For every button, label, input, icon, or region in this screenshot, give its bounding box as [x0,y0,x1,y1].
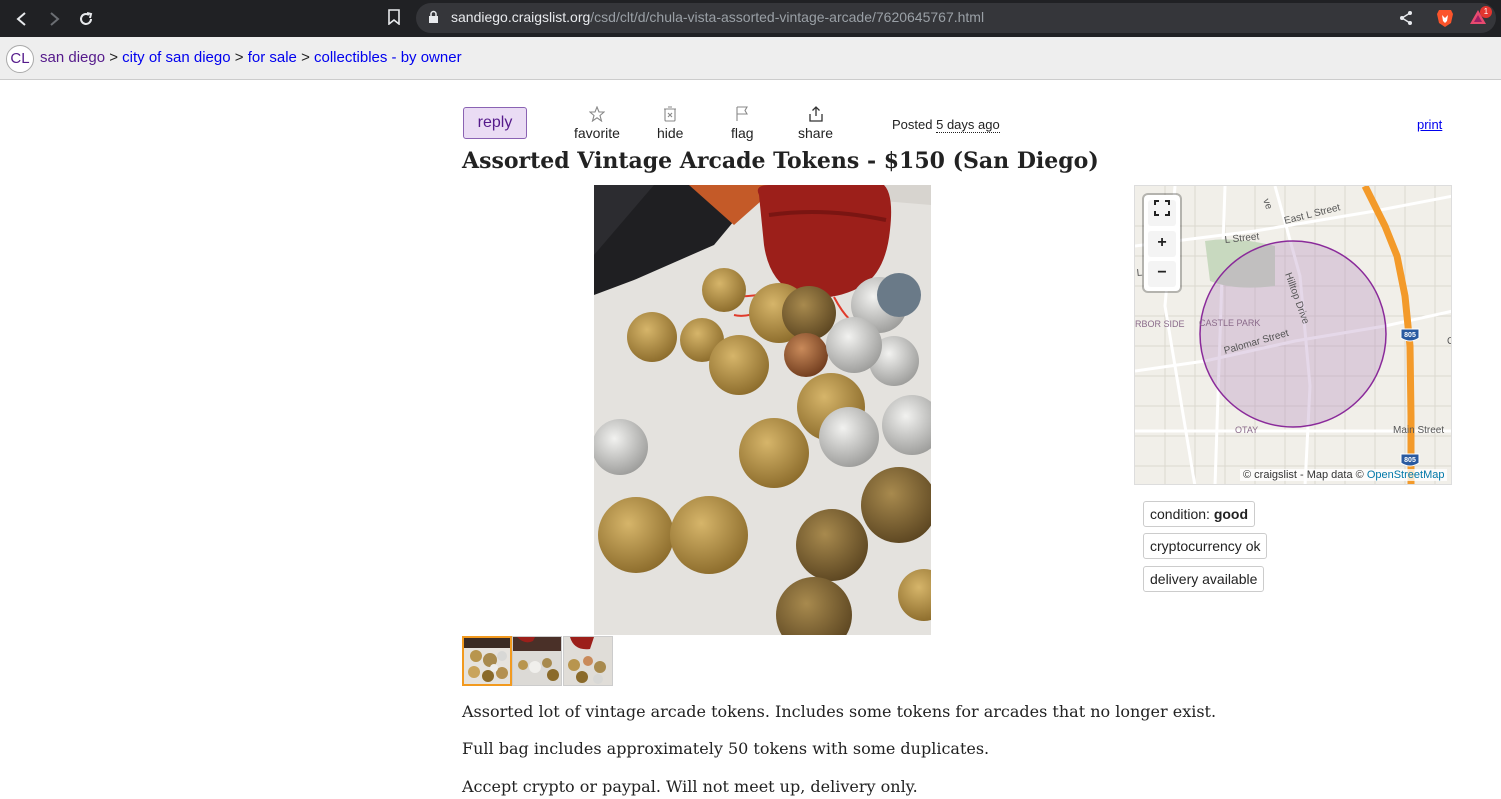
rewards-badge: 1 [1480,6,1492,18]
reload-icon[interactable] [75,8,97,30]
browser-toolbar: sandiego.craigslist.org/csd/clt/d/chula-… [0,0,1501,37]
post-body-line-3: Accept crypto or paypal. Will not meet u… [462,777,918,796]
favorite-label: favorite [574,125,620,141]
map-label-main: Main Street [1393,425,1444,436]
breadcrumb-separator: > [234,49,244,66]
bookmark-icon[interactable] [388,9,400,30]
breadcrumb-for-sale[interactable]: for sale [248,49,297,66]
url-path: /csd/clt/d/chula-vista-assorted-vintage-… [590,9,985,25]
breadcrumb-collectibles[interactable]: collectibles - by owner [314,49,462,66]
star-icon [574,105,620,123]
breadcrumb: san diego > city of san diego > for sale… [40,49,462,66]
share-label: share [798,125,834,141]
share-page-icon[interactable] [1398,10,1414,31]
map-attribution-text: © craigslist - Map data © [1243,469,1364,481]
zoom-in-button[interactable]: + [1148,231,1176,257]
flag-button[interactable]: flag [731,106,754,141]
posted-date: Posted 5 days ago [892,117,1000,133]
map-label-otay: OTAY [1235,425,1258,435]
svg-text:805: 805 [1404,332,1416,339]
breadcrumb-separator: > [109,49,118,66]
openstreetmap-link[interactable]: OpenStreetMap [1367,469,1445,481]
share-button[interactable]: share [798,106,833,141]
print-link[interactable]: print [1417,117,1442,132]
zoom-out-button[interactable]: − [1148,261,1176,287]
map-attribution: © craigslist - Map data © OpenStreetMap [1240,469,1448,481]
condition-label: condition: [1150,506,1210,522]
brave-shields-icon[interactable] [1436,8,1454,33]
url-text[interactable]: sandiego.craigslist.org/csd/clt/d/chula-… [451,9,984,25]
thumbnail-1[interactable] [462,636,512,686]
url-host: sandiego.craigslist.org [451,9,591,25]
map-label-c: C [1447,336,1452,347]
tokens-photo-illustration [594,185,931,635]
breadcrumb-city-of-san-diego[interactable]: city of san diego [122,49,230,66]
thumbnail-3[interactable] [563,636,613,686]
reply-button[interactable]: reply [463,107,527,139]
post-body-line-2: Full bag includes approximately 50 token… [462,739,990,758]
trash-icon [657,106,683,123]
map-label-castle-park: CASTLE PARK [1199,318,1260,328]
condition-attribute: condition: good [1143,501,1256,527]
map-tiles: East L Street L Street Hilltop Drive CAS… [1135,186,1452,484]
lock-icon[interactable] [428,10,439,29]
flag-icon [731,106,754,123]
post-body-line-1: Assorted lot of vintage arcade tokens. I… [462,702,1217,721]
flag-label: flag [731,125,754,141]
delivery-attribute: delivery available [1143,566,1265,592]
favorite-button[interactable]: favorite [574,105,620,141]
breadcrumb-san-diego[interactable]: san diego [40,49,105,66]
crypto-attribute: cryptocurrency ok [1143,533,1268,559]
back-icon[interactable] [11,8,33,30]
posted-label: Posted [892,117,933,132]
forward-icon[interactable] [43,8,65,30]
map-label-harbor-side: RBOR SIDE [1135,319,1185,329]
thumbnail-2[interactable] [512,636,562,686]
condition-value: good [1213,506,1249,522]
svg-text:805: 805 [1404,457,1416,464]
main-photo[interactable] [594,185,931,635]
hide-label: hide [657,125,684,141]
hide-button[interactable]: hide [657,106,683,141]
fullscreen-icon[interactable] [1148,200,1176,226]
map-controls: + − [1144,195,1180,291]
breadcrumb-separator: > [301,49,310,66]
posted-ago[interactable]: 5 days ago [936,117,1000,133]
location-map[interactable]: East L Street L Street Hilltop Drive CAS… [1134,185,1452,485]
craigslist-logo[interactable]: CL [6,45,34,73]
share-icon [798,106,833,123]
post-title: Assorted Vintage Arcade Tokens - $150 (S… [462,148,1099,174]
